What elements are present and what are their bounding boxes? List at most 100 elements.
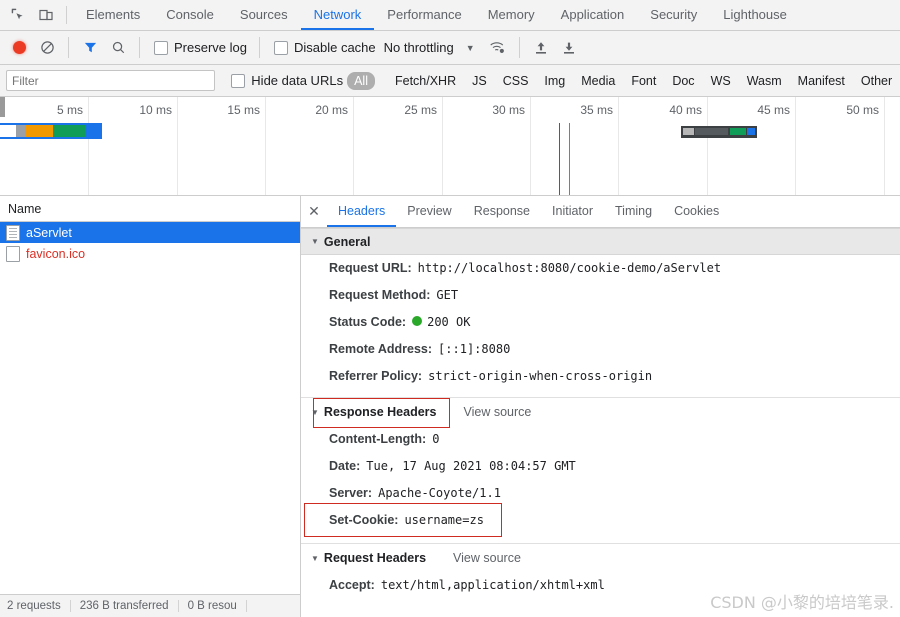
requests-pane: Name aServlet favicon.ico 2 requests 236… xyxy=(0,196,301,617)
tab-console[interactable]: Console xyxy=(153,0,227,30)
clear-button[interactable] xyxy=(34,36,60,60)
tab-memory[interactable]: Memory xyxy=(475,0,548,30)
filter-type-fetch-xhr[interactable]: Fetch/XHR xyxy=(387,72,464,90)
overview-left-handle[interactable] xyxy=(0,97,5,117)
response-server-value: Apache-Coyote/1.1 xyxy=(378,486,501,500)
network-filter-bar: Hide data URLs All Fetch/XHR JS CSS Img … xyxy=(0,65,900,97)
general-referrer-policy-key: Referrer Policy: xyxy=(329,369,423,383)
preserve-log-box-icon xyxy=(154,40,168,55)
network-overview-timeline[interactable]: 5 ms 10 ms 15 ms 20 ms 25 ms 30 ms 35 ms… xyxy=(0,97,900,196)
export-har-button[interactable] xyxy=(556,36,582,60)
filter-type-wasm[interactable]: Wasm xyxy=(739,72,790,90)
resource-type-filters: All Fetch/XHR JS CSS Img Media Font Doc … xyxy=(347,71,894,90)
tab-sources-label: Sources xyxy=(239,6,288,22)
status-resources: 0 B resou xyxy=(179,600,247,612)
disable-cache-checkbox[interactable]: Disable cache xyxy=(273,40,376,55)
filter-type-img[interactable]: Img xyxy=(536,72,573,90)
response-content-length-value: 0 xyxy=(432,432,440,446)
hide-data-urls-label: Hide data URLs xyxy=(251,73,344,88)
overview-tick-25ms: 25 ms xyxy=(404,103,437,117)
network-conditions-button[interactable] xyxy=(485,36,511,60)
request-headers-title: Request Headers xyxy=(323,551,427,565)
response-set-cookie: Set-Cookie: username=zs xyxy=(301,503,900,537)
filter-type-other[interactable]: Other xyxy=(853,72,894,90)
close-icon[interactable]: ✕ xyxy=(301,196,327,227)
request-headers-view-source[interactable]: View source xyxy=(453,551,521,565)
filter-type-manifest[interactable]: Manifest xyxy=(790,72,853,90)
import-har-button[interactable] xyxy=(528,36,554,60)
overview-tick-35ms: 35 ms xyxy=(580,103,613,117)
chevron-down-icon[interactable]: ▼ xyxy=(466,43,475,53)
hide-data-urls-checkbox[interactable]: Hide data URLs xyxy=(231,73,343,88)
record-dot-icon xyxy=(12,41,26,54)
tab-performance[interactable]: Performance xyxy=(374,0,474,30)
column-header-name: Name xyxy=(8,201,42,216)
device-toolbar-icon[interactable] xyxy=(36,5,56,25)
inspect-element-icon[interactable] xyxy=(8,5,28,25)
general-referrer-policy: Referrer Policy: strict-origin-when-cros… xyxy=(301,363,900,390)
tab-response[interactable]: Response xyxy=(463,196,541,227)
filter-type-all[interactable]: All xyxy=(347,71,375,90)
response-headers-section-header[interactable]: ▼ Response Headers View source xyxy=(301,397,900,428)
response-content-length-key: Content-Length: xyxy=(329,432,427,446)
filter-type-css[interactable]: CSS xyxy=(495,72,537,90)
tab-network[interactable]: Network xyxy=(300,0,375,30)
request-headers-section-header[interactable]: ▼ Request Headers View source xyxy=(301,543,900,572)
dom-content-loaded-line xyxy=(559,123,560,195)
tab-cookies[interactable]: Cookies xyxy=(663,196,730,227)
table-row[interactable]: favicon.ico xyxy=(0,243,300,264)
response-server-key: Server: xyxy=(329,486,373,500)
blank-document-icon xyxy=(6,245,20,262)
throttling-select[interactable]: No throttling xyxy=(384,40,454,55)
document-icon xyxy=(6,224,20,241)
tab-application[interactable]: Application xyxy=(548,0,638,30)
request-accept-key: Accept: xyxy=(329,578,375,592)
toolbar-divider-1 xyxy=(68,37,69,58)
general-section-title: General xyxy=(323,234,371,249)
general-status-code: Status Code: 200 OK xyxy=(301,309,900,336)
tab-memory-label: Memory xyxy=(487,6,535,22)
general-referrer-policy-value: strict-origin-when-cross-origin xyxy=(428,369,653,383)
tab-elements-label: Elements xyxy=(86,6,141,22)
toolbar-divider-2 xyxy=(139,37,140,58)
aServlet-overview-bar[interactable] xyxy=(0,123,102,139)
filter-type-js[interactable]: JS xyxy=(464,72,495,90)
overview-tick-45ms: 45 ms xyxy=(757,103,790,117)
filter-type-ws[interactable]: WS xyxy=(703,72,739,90)
request-name: favicon.ico xyxy=(26,246,86,261)
record-button[interactable] xyxy=(6,36,32,60)
response-set-cookie-key: Set-Cookie: xyxy=(329,513,399,527)
search-button[interactable] xyxy=(105,36,131,60)
tab-security[interactable]: Security xyxy=(637,0,710,30)
filter-input[interactable] xyxy=(6,70,216,91)
tab-lighthouse[interactable]: Lighthouse xyxy=(710,0,800,30)
overview-tick-10ms: 10 ms xyxy=(139,103,172,117)
favicon-overview-bar[interactable] xyxy=(681,126,757,138)
filter-button[interactable] xyxy=(77,36,103,60)
tab-preview[interactable]: Preview xyxy=(396,196,462,227)
headers-content: ▼ General Request URL: http://localhost:… xyxy=(301,228,900,617)
filter-type-media[interactable]: Media xyxy=(573,72,623,90)
general-section-header[interactable]: ▼ General xyxy=(301,228,900,255)
response-headers-view-source[interactable]: View source xyxy=(463,405,531,419)
filter-type-font[interactable]: Font xyxy=(623,72,664,90)
tab-sources[interactable]: Sources xyxy=(227,0,301,30)
toolbar-divider-3 xyxy=(258,37,260,58)
tab-initiator[interactable]: Initiator xyxy=(541,196,604,227)
overview-tick-50ms: 50 ms xyxy=(846,103,879,117)
preserve-log-checkbox[interactable]: Preserve log xyxy=(154,40,247,55)
response-date: Date: Tue, 17 Aug 2021 08:04:57 GMT xyxy=(301,453,900,480)
overview-tick-20ms: 20 ms xyxy=(315,103,348,117)
response-content-length: Content-Length: 0 xyxy=(301,426,900,453)
request-accept-value: text/html,application/xhtml+xml xyxy=(380,578,605,592)
tab-network-label: Network xyxy=(313,6,362,22)
toolbar-divider-4 xyxy=(518,37,520,58)
general-request-url: Request URL: http://localhost:8080/cooki… xyxy=(301,255,900,282)
tab-elements[interactable]: Elements xyxy=(73,0,153,30)
table-row[interactable]: aServlet xyxy=(0,222,300,243)
filter-type-doc[interactable]: Doc xyxy=(664,72,702,90)
chevron-down-icon: ▼ xyxy=(311,237,319,246)
tab-headers[interactable]: Headers xyxy=(327,196,397,227)
requests-column-header[interactable]: Name xyxy=(0,196,300,222)
tab-timing[interactable]: Timing xyxy=(604,196,663,227)
